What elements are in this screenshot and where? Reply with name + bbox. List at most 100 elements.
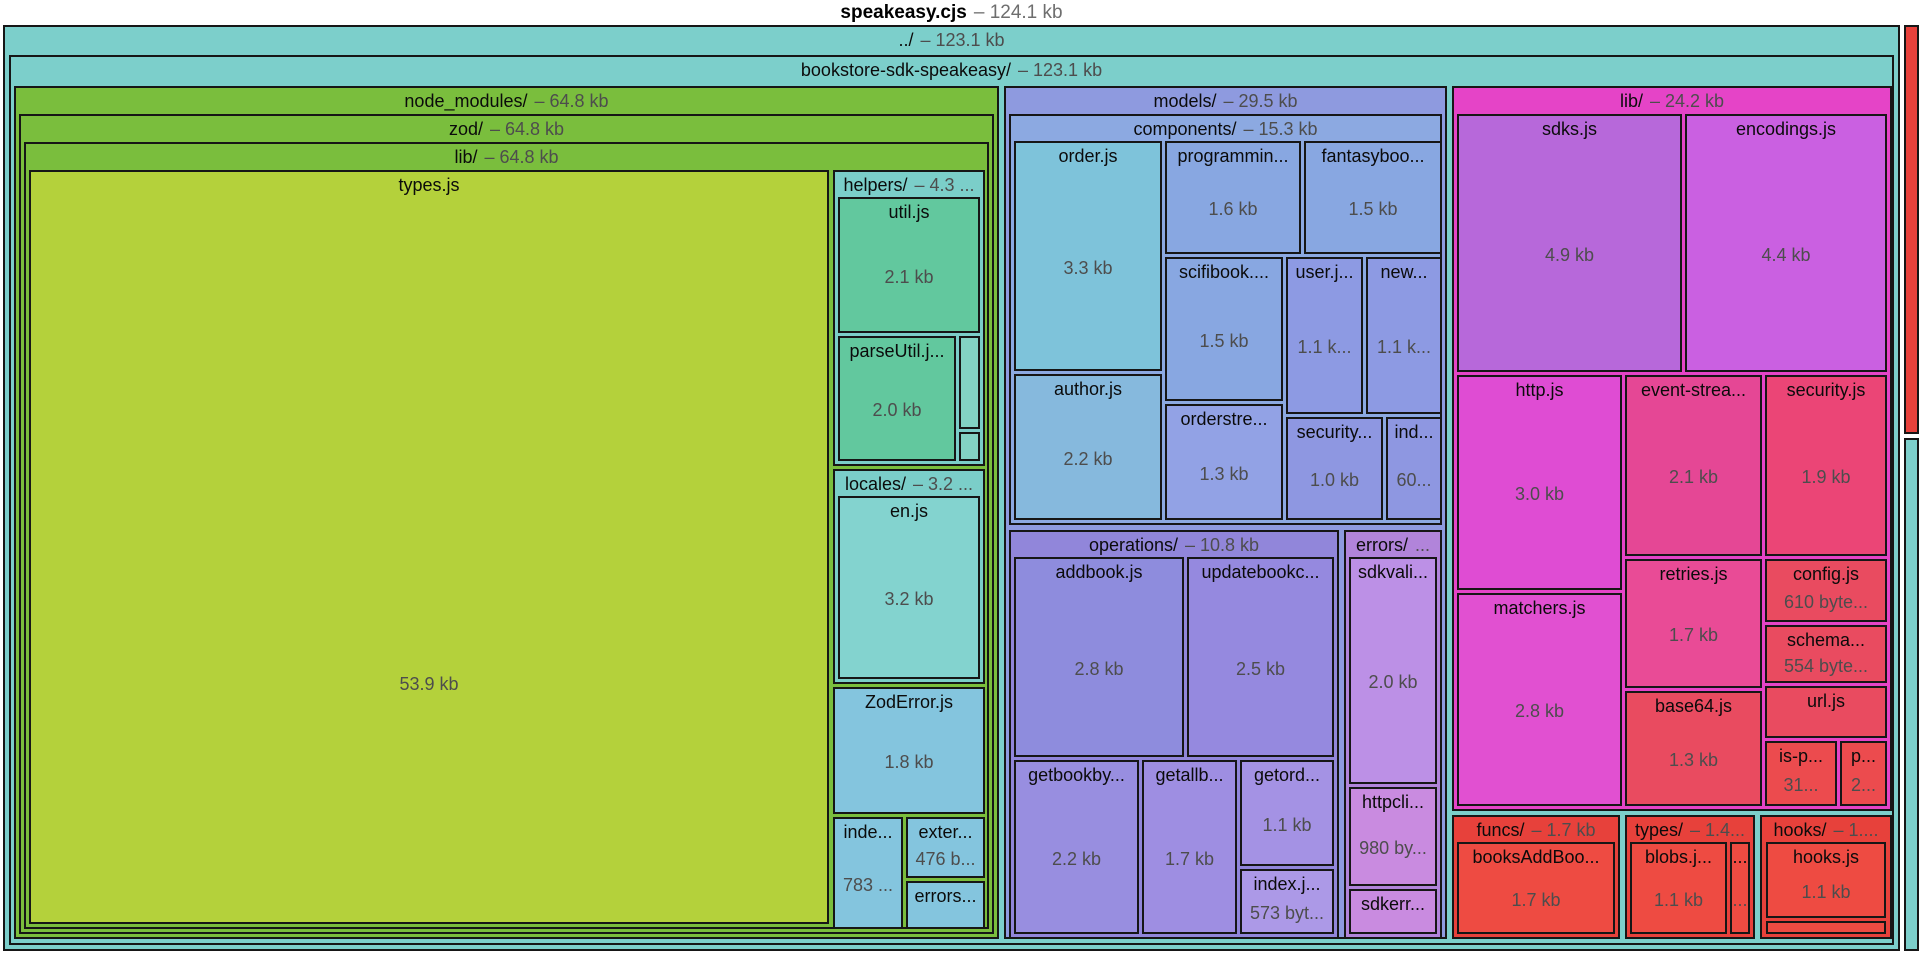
treemap-file-matchers-js[interactable]: matchers.js2.8 kb <box>1457 593 1622 806</box>
treemap-file-index-j[interactable]: index.j...573 byt... <box>1240 869 1334 934</box>
dir-name: types/ <box>1635 821 1683 839</box>
file-size: 1.5 kb <box>1167 284 1281 399</box>
dir-label: ../ – 123.1 kb <box>5 27 1898 52</box>
file-size: 1.3 kb <box>1167 431 1281 518</box>
file-size-value: 1.3 kb <box>1199 464 1248 485</box>
file-size-value: 783 ... <box>843 875 893 896</box>
file-size: 1.1 k... <box>1288 284 1361 412</box>
treemap-file-inde[interactable]: inde...783 ... <box>833 817 903 929</box>
dir-size: – 15.3 kb <box>1244 120 1318 138</box>
file-size-value: 1.5 kb <box>1348 199 1397 220</box>
treemap-file-security[interactable]: security...1.0 kb <box>1286 417 1383 520</box>
file-name: types.js <box>31 175 827 197</box>
dir-name: bookstore-sdk-speakeasy/ <box>801 61 1011 79</box>
treemap-file-updatebookc[interactable]: updatebookc...2.5 kb <box>1187 557 1334 757</box>
file-size-value: 3.3 kb <box>1063 258 1112 279</box>
treemap-file-unlabeled[interactable] <box>1904 438 1919 951</box>
treemap-file-is-p[interactable]: is-p...31... <box>1765 741 1837 806</box>
treemap-file-author-js[interactable]: author.js2.2 kb <box>1014 374 1162 520</box>
file-size: 1.1 kb <box>1242 787 1332 864</box>
treemap-file-sdkerr[interactable]: sdkerr... <box>1349 889 1437 934</box>
treemap-file-httpcli[interactable]: httpcli...980 by... <box>1349 787 1437 886</box>
treemap-file-fantasyboo[interactable]: fantasyboo...1.5 kb <box>1304 141 1442 254</box>
treemap-file-util-js[interactable]: util.js2.1 kb <box>838 197 980 333</box>
file-name: getord... <box>1242 765 1332 787</box>
file-size-value: 4.9 kb <box>1545 245 1594 266</box>
treemap-file-sdkvali[interactable]: sdkvali...2.0 kb <box>1349 557 1437 784</box>
treemap-file-http-js[interactable]: http.js3.0 kb <box>1457 375 1622 590</box>
treemap-file-unlabeled[interactable] <box>959 432 980 461</box>
treemap-file-new[interactable]: new...1.1 k... <box>1366 257 1442 414</box>
file-size: 3.0 kb <box>1459 402 1620 588</box>
file-size-value: 3.2 kb <box>884 589 933 610</box>
treemap-file-user-j[interactable]: user.j... 1.1 k... <box>1286 257 1363 414</box>
treemap-file-p[interactable]: p...2... <box>1840 741 1887 806</box>
treemap-file-security-js[interactable]: security.js1.9 kb <box>1765 375 1887 556</box>
treemap-file-blobs-j[interactable]: blobs.j...1.1 kb <box>1630 842 1727 934</box>
file-name: getbookby... <box>1016 765 1137 787</box>
file-size: 2.1 kb <box>840 224 978 331</box>
treemap-file-booksaddboo[interactable]: booksAddBoo...1.7 kb <box>1457 842 1615 934</box>
treemap-file-programmin[interactable]: programmin...1.6 kb <box>1165 141 1301 254</box>
dir-name: ../ <box>898 31 913 49</box>
treemap-file-unlabeled[interactable]: ...... <box>1730 842 1750 934</box>
dir-size: ... <box>1415 536 1430 554</box>
file-size: 1.1 k... <box>1368 284 1440 412</box>
treemap-file-event-strea[interactable]: event-strea...2.1 kb <box>1625 375 1762 556</box>
treemap-file-unlabeled[interactable] <box>1904 25 1919 434</box>
dir-size: – 1.7 kb <box>1531 821 1595 839</box>
treemap-file-getbookby[interactable]: getbookby...2.2 kb <box>1014 760 1139 934</box>
file-size-value: 1.1 kb <box>1654 890 1703 911</box>
file-size: 1.1 kb <box>1768 869 1884 916</box>
file-size: 1.7 kb <box>1627 586 1760 686</box>
treemap-file-getord[interactable]: getord...1.1 kb <box>1240 760 1334 866</box>
treemap-file-url-js[interactable]: url.js <box>1765 686 1887 738</box>
treemap-file-getallb[interactable]: getallb...1.7 kb <box>1142 760 1237 934</box>
file-name: author.js <box>1016 379 1160 401</box>
treemap-file-config-js[interactable]: config.js610 byte... <box>1765 559 1887 622</box>
dir-name: node_modules/ <box>404 92 527 110</box>
treemap-file-zoderror-js[interactable]: ZodError.js1.8 kb <box>833 687 985 814</box>
treemap-file-types-js[interactable]: types.js53.9 kb <box>29 170 829 924</box>
dir-label: hooks/– 1.... <box>1762 817 1890 842</box>
file-name: user.j... <box>1288 262 1361 284</box>
dir-label: operations/– 10.8 kb <box>1011 532 1337 557</box>
treemap-file-order-js[interactable]: order.js3.3 kb <box>1014 141 1162 371</box>
treemap-file-orderstre[interactable]: orderstre...1.3 kb <box>1165 404 1283 520</box>
treemap-file-scifibook[interactable]: scifibook....1.5 kb <box>1165 257 1283 401</box>
file-size-value: 573 byt... <box>1250 903 1324 924</box>
file-name: hooks.js <box>1768 847 1884 869</box>
treemap-file-unlabeled[interactable] <box>1766 921 1886 934</box>
treemap-file-en-js[interactable]: en.js3.2 kb <box>838 496 980 679</box>
file-name: encodings.js <box>1687 119 1885 141</box>
file-name: util.js <box>840 202 978 224</box>
file-name: ... <box>1732 847 1748 869</box>
treemap-file-base64-js[interactable]: base64.js1.3 kb <box>1625 691 1762 806</box>
treemap-file-encodings-js[interactable]: encodings.js4.4 kb <box>1685 114 1887 372</box>
file-name: event-strea... <box>1627 380 1760 402</box>
dir-name: zod/ <box>449 120 483 138</box>
file-name: scifibook.... <box>1167 262 1281 284</box>
treemap-file-hooks-js[interactable]: hooks.js1.1 kb <box>1766 842 1886 918</box>
treemap-file-unlabeled[interactable] <box>959 336 980 429</box>
treemap-file-errors[interactable]: errors... <box>906 881 985 929</box>
treemap-file-sdks-js[interactable]: sdks.js4.9 kb <box>1457 114 1682 372</box>
file-size-value: 1.6 kb <box>1208 199 1257 220</box>
file-name: new... <box>1368 262 1440 284</box>
treemap-file-schema[interactable]: schema...554 byte... <box>1765 625 1887 683</box>
file-size: 554 byte... <box>1767 652 1885 681</box>
treemap-file-retries-js[interactable]: retries.js1.7 kb <box>1625 559 1762 688</box>
treemap-file-addbook-js[interactable]: addbook.js2.8 kb <box>1014 557 1184 757</box>
file-size: 610 byte... <box>1767 586 1885 620</box>
treemap-file-exter[interactable]: exter...476 b... <box>906 817 985 878</box>
file-size: 2.2 kb <box>1016 401 1160 518</box>
dir-size: – 123.1 kb <box>920 31 1004 49</box>
treemap-file-parseutil-j[interactable]: parseUtil.j...2.0 kb <box>838 336 956 461</box>
file-size-value: 1.1 k... <box>1297 337 1351 358</box>
dir-name: lib/ <box>1620 92 1643 110</box>
file-name: addbook.js <box>1016 562 1182 584</box>
file-name: updatebookc... <box>1189 562 1332 584</box>
file-name: exter... <box>908 822 983 844</box>
treemap-file-ind[interactable]: ind...60... <box>1386 417 1442 520</box>
file-size: 1.8 kb <box>835 714 983 812</box>
